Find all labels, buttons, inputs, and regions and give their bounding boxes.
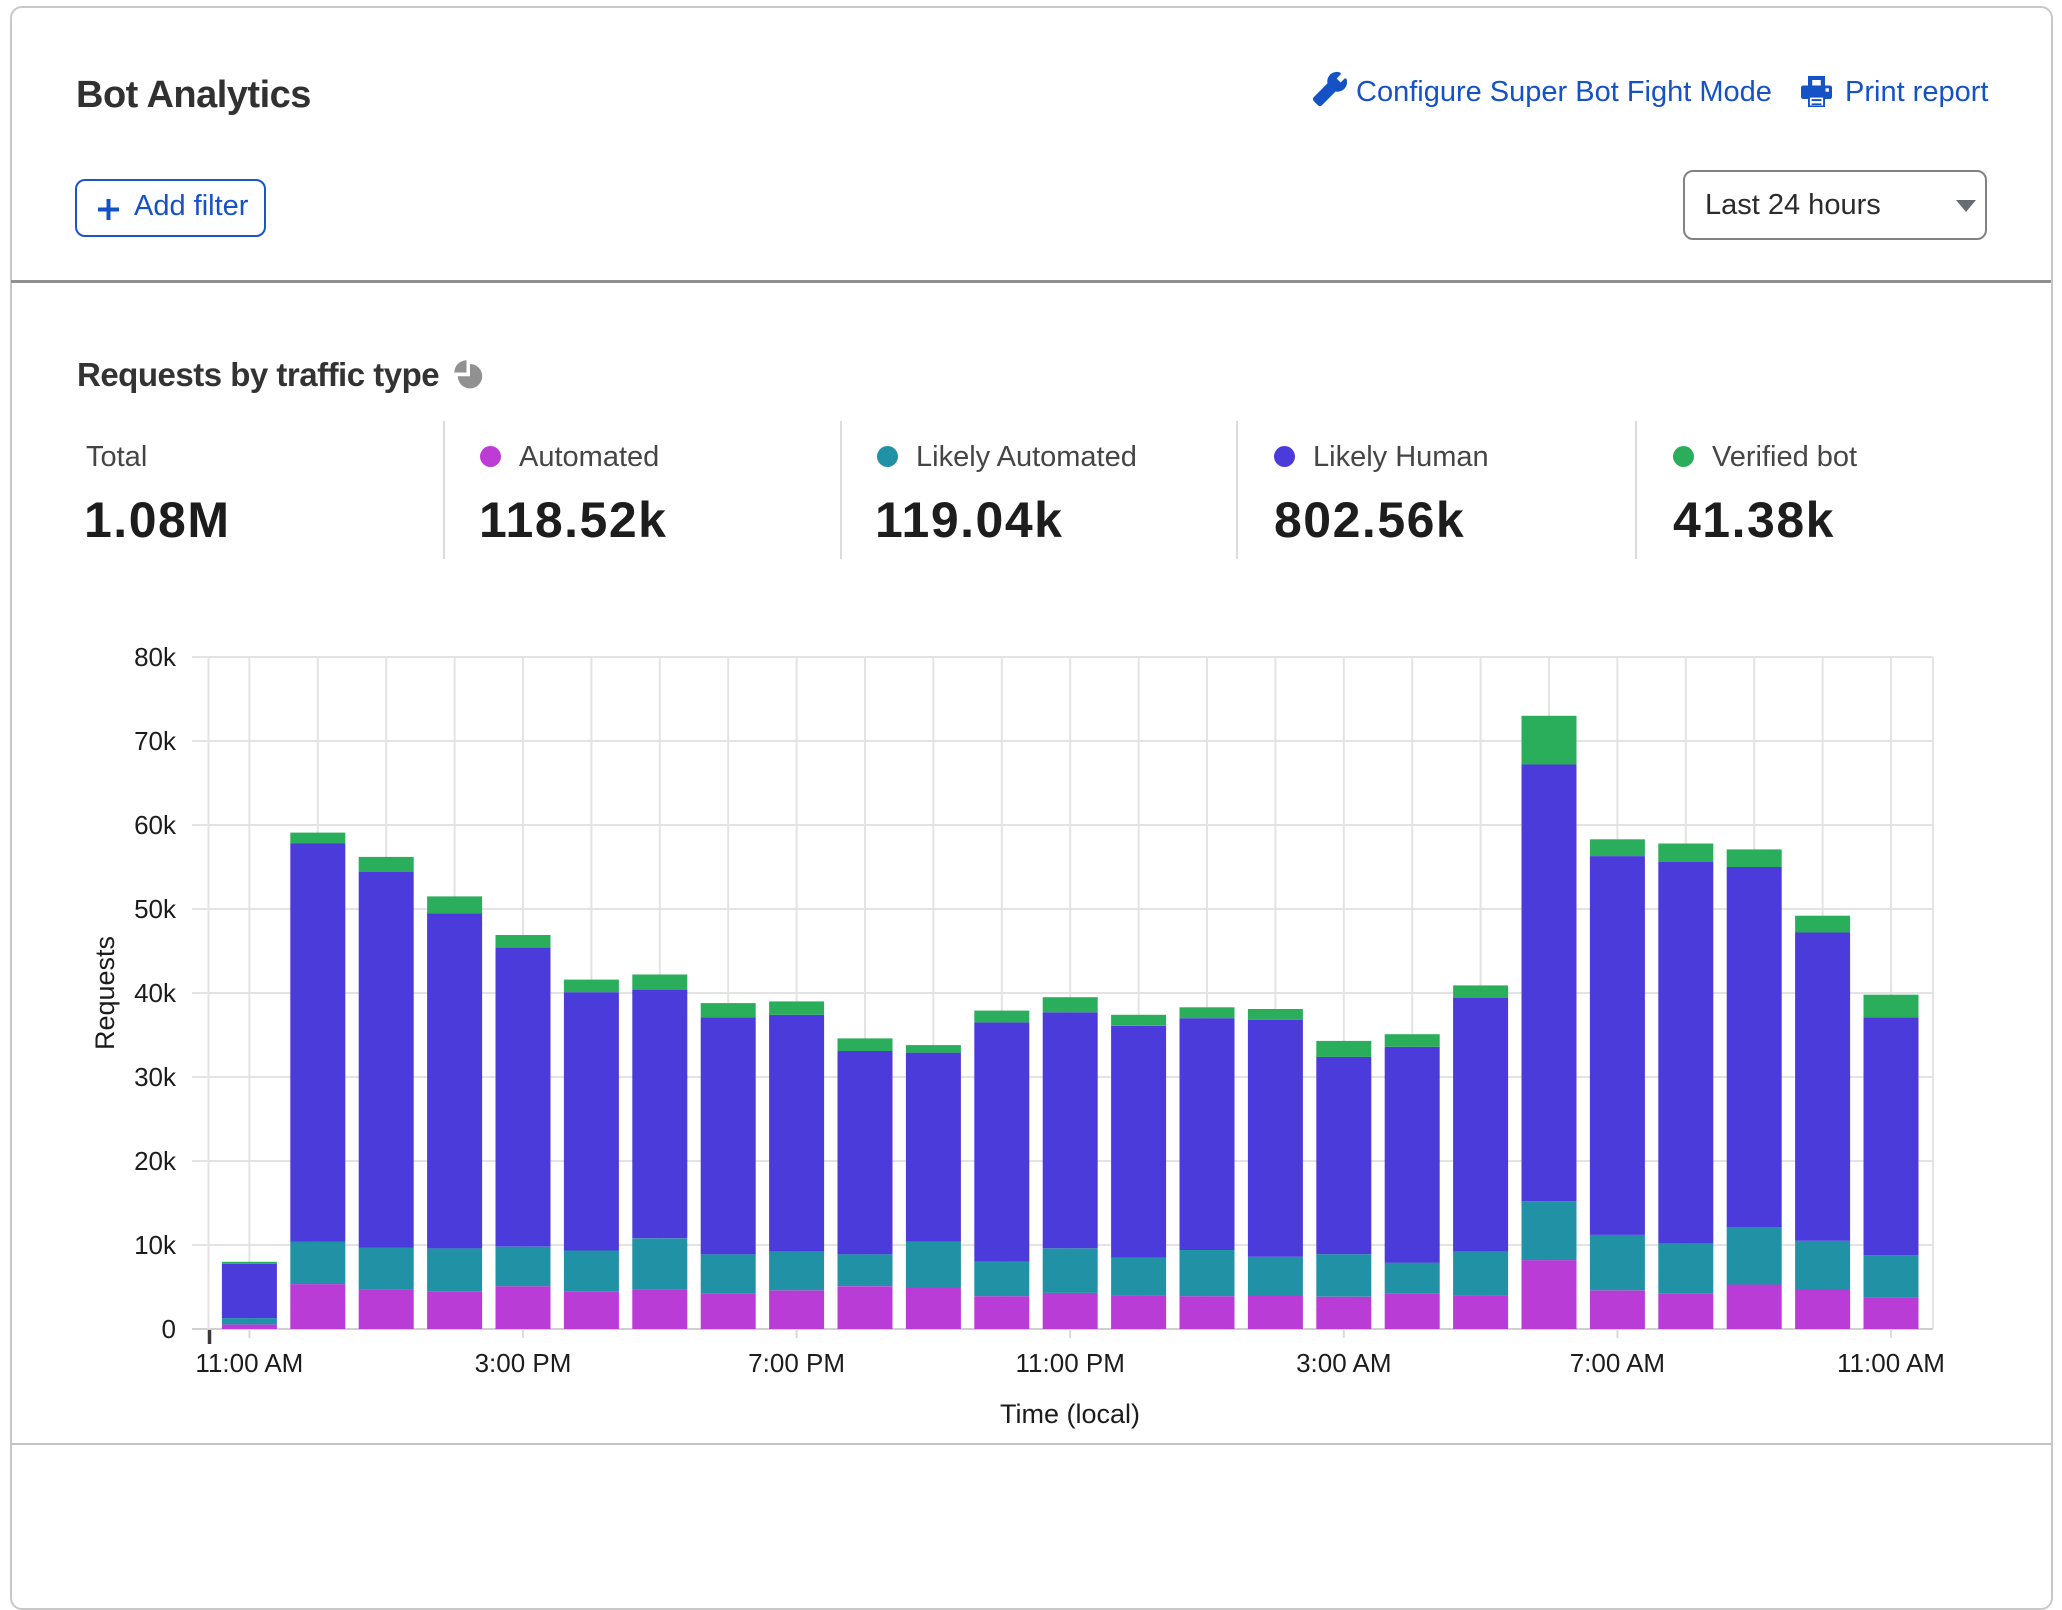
- svg-text:10k: 10k: [134, 1230, 177, 1260]
- svg-text:3:00 AM: 3:00 AM: [1296, 1348, 1391, 1378]
- svg-text:Requests: Requests: [90, 936, 120, 1050]
- svg-text:80k: 80k: [134, 642, 177, 672]
- svg-text:50k: 50k: [134, 894, 177, 924]
- svg-text:7:00 PM: 7:00 PM: [748, 1348, 845, 1378]
- svg-text:40k: 40k: [134, 978, 177, 1008]
- svg-text:60k: 60k: [134, 810, 177, 840]
- svg-text:7:00 AM: 7:00 AM: [1570, 1348, 1665, 1378]
- svg-text:0: 0: [162, 1314, 176, 1344]
- svg-text:20k: 20k: [134, 1146, 177, 1176]
- svg-text:3:00 PM: 3:00 PM: [475, 1348, 572, 1378]
- svg-text:Time (local): Time (local): [1000, 1399, 1140, 1429]
- svg-text:11:00 AM: 11:00 AM: [1837, 1348, 1945, 1378]
- svg-text:70k: 70k: [134, 726, 177, 756]
- svg-text:11:00 AM: 11:00 AM: [195, 1348, 303, 1378]
- svg-text:11:00 PM: 11:00 PM: [1016, 1348, 1125, 1378]
- svg-text:30k: 30k: [134, 1062, 177, 1092]
